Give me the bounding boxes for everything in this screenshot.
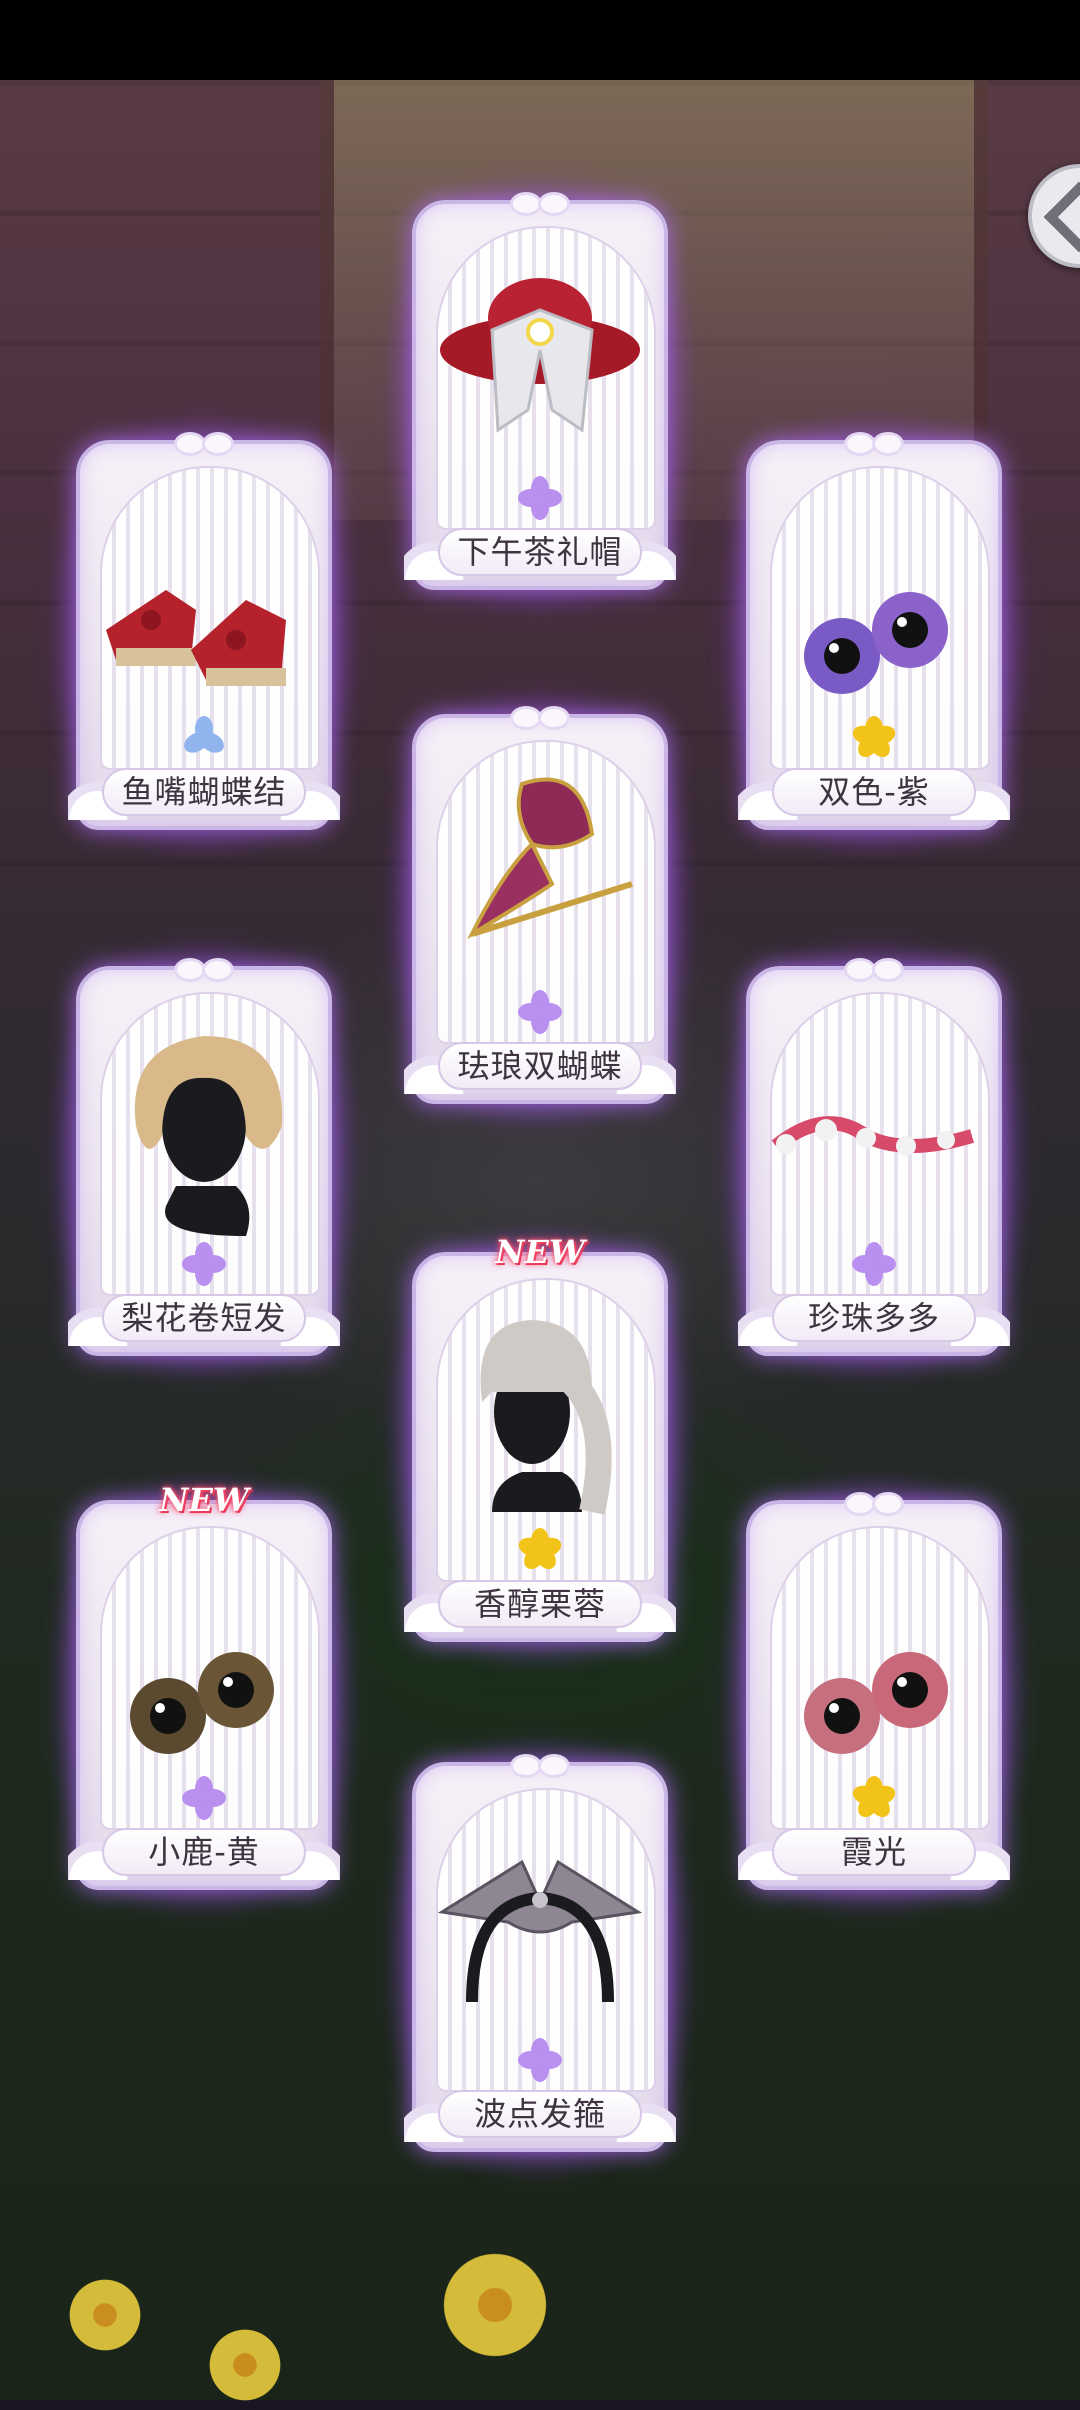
reward-card-eyes-purple[interactable]: 双色-紫 <box>720 414 1028 856</box>
reward-card-headband[interactable]: 波点发箍 <box>386 1736 694 2178</box>
rarity-gold-star-icon <box>850 716 898 762</box>
bow-icon <box>844 956 904 982</box>
reward-card-eyes-brown[interactable]: NEW 小鹿-黄 <box>50 1474 358 1916</box>
rarity-purple-flower-icon <box>182 1776 226 1820</box>
item-name: 波点发箍 <box>438 2090 642 2138</box>
rarity-gold-star-icon <box>516 1528 564 1574</box>
reward-card-hat[interactable]: 下午茶礼帽 <box>386 174 694 616</box>
item-name: 梨花卷短发 <box>102 1294 306 1342</box>
reward-card-braid-hair[interactable]: NEW 香醇栗蓉 <box>386 1226 694 1668</box>
item-name: 霞光 <box>772 1828 976 1876</box>
reward-card-butterfly-clip[interactable]: 珐琅双蝴蝶 <box>386 688 694 1130</box>
butterfly-hairpin-icon <box>467 777 633 940</box>
status-bar <box>0 0 1080 80</box>
item-name: 小鹿-黄 <box>102 1828 306 1876</box>
item-name: 珐琅双蝴蝶 <box>438 1042 642 1090</box>
rarity-purple-flower-icon <box>518 990 562 1034</box>
rarity-purple-flower-icon <box>182 1242 226 1286</box>
purple-eyes-icon <box>804 592 948 694</box>
chevron-left-icon <box>1043 181 1080 253</box>
reward-card-short-hair[interactable]: 梨花卷短发 <box>50 940 358 1382</box>
decor-flower-icon <box>200 2320 290 2410</box>
item-name: 下午茶礼帽 <box>438 528 642 576</box>
bow-icon <box>174 956 234 982</box>
bow-icon <box>844 1490 904 1516</box>
reward-card-shoes[interactable]: 鱼嘴蝴蝶结 <box>50 414 358 856</box>
pink-eyes-icon <box>804 1652 948 1754</box>
reward-card-pearl-ribbon[interactable]: 珍珠多多 <box>720 940 1028 1382</box>
decor-flower-icon <box>430 2240 560 2370</box>
red-tea-hat-icon <box>440 278 640 433</box>
pearl-ribbon-icon <box>771 1116 975 1156</box>
blonde-short-hair-icon <box>134 1036 283 1236</box>
bow-icon <box>510 704 570 730</box>
reward-card-eyes-pink[interactable]: 霞光 <box>720 1474 1028 1916</box>
red-wedge-sandals-icon <box>106 590 286 686</box>
bow-icon <box>510 1752 570 1778</box>
rarity-purple-flower-icon <box>518 2038 562 2082</box>
bow-icon <box>510 190 570 216</box>
item-name: 珍珠多多 <box>772 1294 976 1342</box>
bow-icon <box>844 430 904 456</box>
rarity-purple-flower-icon <box>852 1242 896 1286</box>
bow-icon <box>174 430 234 456</box>
silver-braid-hair-icon <box>480 1320 612 1515</box>
brown-eyes-icon <box>130 1652 274 1754</box>
rarity-purple-flower-icon <box>518 476 562 520</box>
item-name: 香醇栗蓉 <box>438 1580 642 1628</box>
decor-flower-icon <box>60 2270 150 2360</box>
polka-dot-headband-icon <box>437 1859 643 2003</box>
rarity-gold-star-icon <box>850 1776 898 1822</box>
new-badge: NEW <box>159 1481 249 1519</box>
new-badge: NEW <box>495 1233 585 1271</box>
item-name: 双色-紫 <box>772 768 976 816</box>
rarity-blue-flower-icon <box>180 716 228 760</box>
item-name: 鱼嘴蝴蝶结 <box>102 768 306 816</box>
